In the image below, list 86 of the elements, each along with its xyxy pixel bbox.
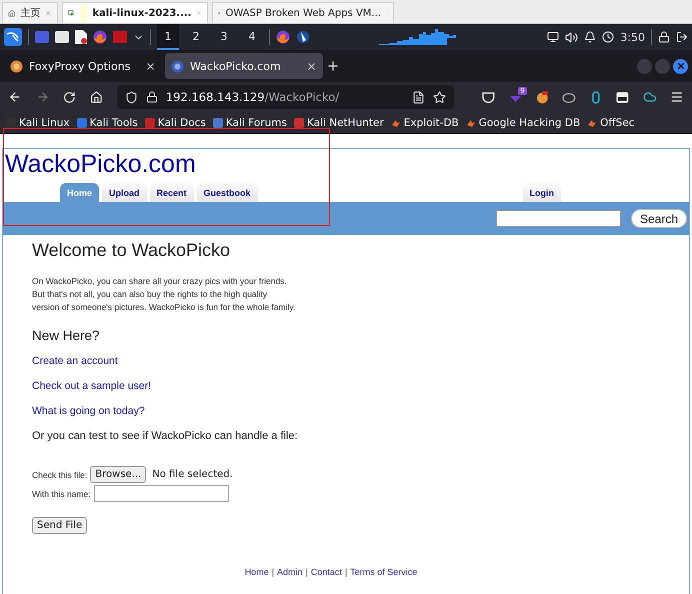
thumbnail	[80, 4, 88, 22]
nav-tab[interactable]: Guestbook	[196, 183, 258, 202]
logout-icon[interactable]	[676, 31, 688, 43]
star-icon[interactable]	[432, 90, 446, 104]
send-file-button[interactable]: Send File	[32, 517, 88, 534]
text-editor-icon[interactable]	[75, 30, 87, 44]
lock-icon[interactable]	[658, 31, 670, 43]
close-icon[interactable]	[145, 60, 156, 72]
file-prompt: Or you can test to see if WackoPicko can handle a file:	[32, 430, 298, 442]
clock: 3:50	[620, 30, 646, 44]
link[interactable]: Create an account	[32, 355, 118, 367]
extension-icon[interactable]	[536, 90, 548, 104]
browser-icon[interactable]	[93, 30, 107, 44]
extension-icon[interactable]	[562, 90, 576, 104]
link[interactable]: What is going on today?	[32, 405, 145, 417]
vm-tab[interactable]: 主页	[2, 2, 58, 23]
home-icon[interactable]	[8, 8, 16, 18]
workspace-button[interactable]: 4	[241, 24, 263, 50]
workspace-button[interactable]: 1	[157, 24, 179, 50]
section-heading: New Here?	[32, 328, 101, 343]
new-tab-icon[interactable]	[326, 59, 340, 73]
bookmark-icon	[144, 118, 155, 128]
bookmark-icon	[6, 118, 16, 128]
intro-paragraph: On WackoPicko, you can share all your crazy pics with your friends. But that's not all, you can also buy the rights to the high quality version of someone's pictures. WackoPicko is fun for the whole family.	[32, 275, 296, 314]
bookmark-icon	[76, 118, 87, 128]
vm-tab[interactable]: kali-linux-2023....	[62, 2, 208, 23]
footer-link[interactable]: Terms of Service	[350, 567, 418, 577]
login-tab[interactable]: Login	[522, 183, 562, 202]
bookmark[interactable]: Exploit-DB	[390, 116, 459, 128]
favicon-icon	[171, 60, 184, 72]
shield-icon[interactable]	[124, 90, 138, 104]
field-label: Check this file:	[32, 470, 88, 480]
browse-button[interactable]: Browse...	[90, 466, 146, 483]
file-status: No file selected.	[152, 469, 233, 480]
vm-tab[interactable]: OWASP Broken Web Apps VM...	[212, 2, 394, 23]
footer-link[interactable]: Home	[244, 567, 269, 577]
footer-link[interactable]: Admin	[277, 567, 303, 577]
reload-icon[interactable]	[63, 90, 76, 104]
nav-tab[interactable]: Recent	[150, 183, 194, 202]
dragon-logo-icon[interactable]	[4, 28, 22, 46]
separator: |	[344, 567, 348, 577]
lock-icon[interactable]	[146, 91, 158, 103]
nav-tab[interactable]: Upload	[102, 183, 147, 202]
bookmark-icon	[587, 118, 598, 128]
bookmark-icon	[466, 118, 476, 128]
bookmark[interactable]: Kali Docs	[144, 116, 206, 128]
volume-icon[interactable]	[565, 30, 578, 44]
footer-link[interactable]: Contact	[310, 567, 342, 577]
cloud-icon[interactable]	[642, 90, 656, 104]
bookmark-icon	[294, 118, 304, 128]
back-icon[interactable]	[8, 90, 22, 104]
separator: |	[272, 567, 274, 577]
forward-icon[interactable]	[36, 90, 50, 104]
page-heading: Welcome to WackoPicko	[32, 240, 232, 261]
clock-icon[interactable]	[602, 31, 614, 43]
workspace-button[interactable]: 2	[185, 24, 207, 50]
bookmark-icon	[390, 118, 401, 128]
reader-icon[interactable]	[412, 90, 425, 104]
pocket-icon[interactable]	[482, 90, 495, 104]
extension-icon[interactable]	[616, 90, 629, 104]
bookmark[interactable]: OffSec	[587, 116, 635, 128]
address-bar[interactable]: 192.168.143.129/WackoPicko/	[116, 85, 454, 109]
bookmark[interactable]: Kali Tools	[76, 116, 138, 128]
close-icon[interactable]	[306, 60, 317, 72]
search-field[interactable]	[496, 210, 621, 227]
menu-icon[interactable]	[670, 90, 684, 104]
display-icon[interactable]	[547, 31, 560, 43]
site-title: WackoPicko.com	[4, 149, 197, 180]
browser-tab[interactable]: FoxyProxy Options	[4, 53, 162, 79]
field-label: With this name:	[32, 488, 91, 498]
name-field[interactable]	[94, 485, 229, 502]
separator: |	[306, 567, 308, 577]
browser-icon[interactable]	[276, 30, 290, 44]
bookmark[interactable]: Kali NetHunter	[294, 116, 384, 128]
bookmark-icon	[212, 118, 223, 128]
favicon-icon	[10, 60, 23, 72]
home-icon[interactable]	[90, 90, 103, 104]
search-button[interactable]: Search	[631, 209, 687, 228]
link[interactable]: Check out a sample user!	[32, 380, 152, 392]
bell-icon[interactable]	[584, 31, 596, 43]
bookmark[interactable]: Kali Forums	[212, 116, 287, 128]
bookmark[interactable]: Kali Linux	[6, 116, 70, 128]
bookmark[interactable]: Google Hacking DB	[466, 116, 580, 128]
workspace-button[interactable]: 3	[213, 24, 235, 50]
app-icon[interactable]	[296, 30, 310, 44]
browser-tab[interactable]: WackoPicko.com	[165, 53, 323, 79]
